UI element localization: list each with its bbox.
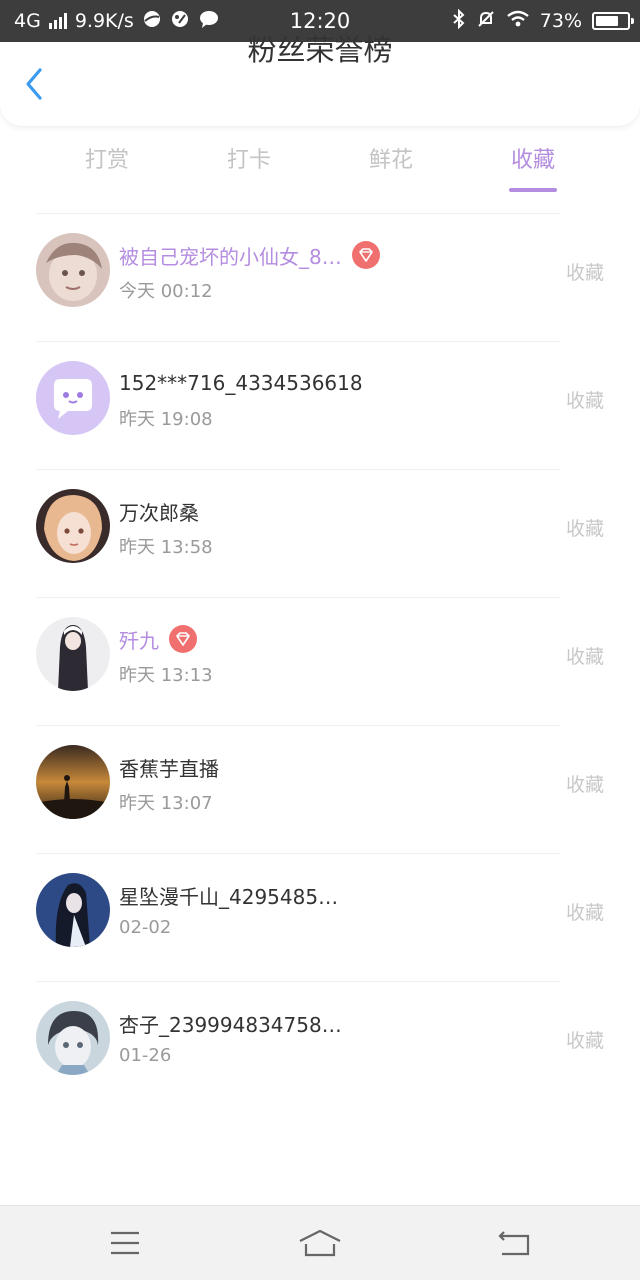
- signal-icon: [48, 13, 67, 29]
- tab-checkin[interactable]: 打卡: [178, 140, 320, 194]
- user-name: 万次郎桑: [119, 500, 199, 525]
- back-button[interactable]: [14, 64, 54, 104]
- avatar[interactable]: [36, 617, 110, 691]
- back-nav-button[interactable]: [485, 1218, 545, 1268]
- tab-flowers[interactable]: 鲜花: [320, 140, 462, 194]
- action-label: 收藏: [565, 262, 604, 284]
- timestamp: 昨天 13:13: [119, 665, 213, 686]
- network-type: 4G: [14, 10, 41, 32]
- timestamp: 昨天 13:58: [119, 537, 213, 558]
- system-nav-bar: [0, 1205, 640, 1280]
- action-label: 收藏: [565, 518, 604, 540]
- header: [0, 42, 640, 126]
- home-icon: [299, 1229, 341, 1257]
- menu-icon: [111, 1231, 139, 1255]
- palette-icon: [170, 9, 190, 33]
- action-label: 收藏: [565, 902, 604, 924]
- list-item[interactable]: 香蕉芋直播 昨天 13:07 收藏: [0, 726, 640, 854]
- user-name: 香蕉芋直播: [119, 756, 219, 781]
- avatar[interactable]: [36, 233, 110, 307]
- avatar[interactable]: [36, 1001, 110, 1075]
- battery-icon: [592, 12, 634, 30]
- home-button[interactable]: [290, 1218, 350, 1268]
- timestamp: 昨天 19:08: [119, 409, 213, 430]
- chat-bubble-icon: [198, 9, 220, 33]
- user-name: 杏子_239994834758…: [119, 1012, 342, 1037]
- avatar[interactable]: [36, 489, 110, 563]
- diamond-icon: [169, 625, 197, 653]
- diamond-icon: [351, 241, 380, 269]
- fan-list: 被自己宠坏的小仙女_8… 今天 00:12 收藏 152***716_43345…: [0, 214, 640, 1110]
- action-label: 收藏: [565, 390, 604, 412]
- list-item[interactable]: 星坠漫千山_4295485… 02-02 收藏: [0, 854, 640, 982]
- globe-icon: [142, 9, 162, 33]
- tab-tip[interactable]: 打赏: [36, 140, 178, 194]
- user-name: 152***716_4334536618: [119, 371, 363, 395]
- tab-bar: 打赏 打卡 鲜花 收藏: [36, 140, 604, 194]
- chevron-left-icon: [26, 68, 42, 100]
- timestamp: 02-02: [119, 917, 172, 938]
- bluetooth-icon: [452, 8, 466, 33]
- avatar[interactable]: [36, 745, 110, 819]
- wifi-icon: [506, 10, 530, 32]
- timestamp: 01-26: [119, 1045, 172, 1066]
- list-item[interactable]: 被自己宠坏的小仙女_8… 今天 00:12 收藏: [0, 214, 640, 342]
- menu-button[interactable]: [95, 1218, 155, 1268]
- status-bar: 4G 9.9K/s 12:20 73%: [0, 0, 640, 42]
- action-label: 收藏: [565, 1030, 604, 1052]
- tab-underline: [509, 188, 557, 192]
- user-name: 歼九: [119, 628, 159, 653]
- action-label: 收藏: [565, 646, 604, 668]
- list-item[interactable]: 万次郎桑 昨天 13:58 收藏: [0, 470, 640, 598]
- list-item[interactable]: 152***716_4334536618 昨天 19:08 收藏: [0, 342, 640, 470]
- list-item[interactable]: 歼九 昨天 13:13 收藏: [0, 598, 640, 726]
- user-name: 星坠漫千山_4295485…: [119, 884, 339, 909]
- timestamp: 今天 00:12: [119, 281, 213, 302]
- avatar[interactable]: [36, 873, 110, 947]
- network-speed: 9.9K/s: [74, 10, 134, 32]
- back-icon: [498, 1231, 530, 1256]
- list-item[interactable]: 杏子_239994834758… 01-26 收藏: [0, 982, 640, 1110]
- avatar[interactable]: [36, 361, 110, 435]
- tab-favorites[interactable]: 收藏: [462, 140, 604, 194]
- timestamp: 昨天 13:07: [119, 793, 213, 814]
- user-name: 被自己宠坏的小仙女_8…: [119, 244, 342, 269]
- battery-percent: 73%: [539, 10, 582, 32]
- bell-off-icon: [476, 9, 496, 33]
- action-label: 收藏: [565, 774, 604, 796]
